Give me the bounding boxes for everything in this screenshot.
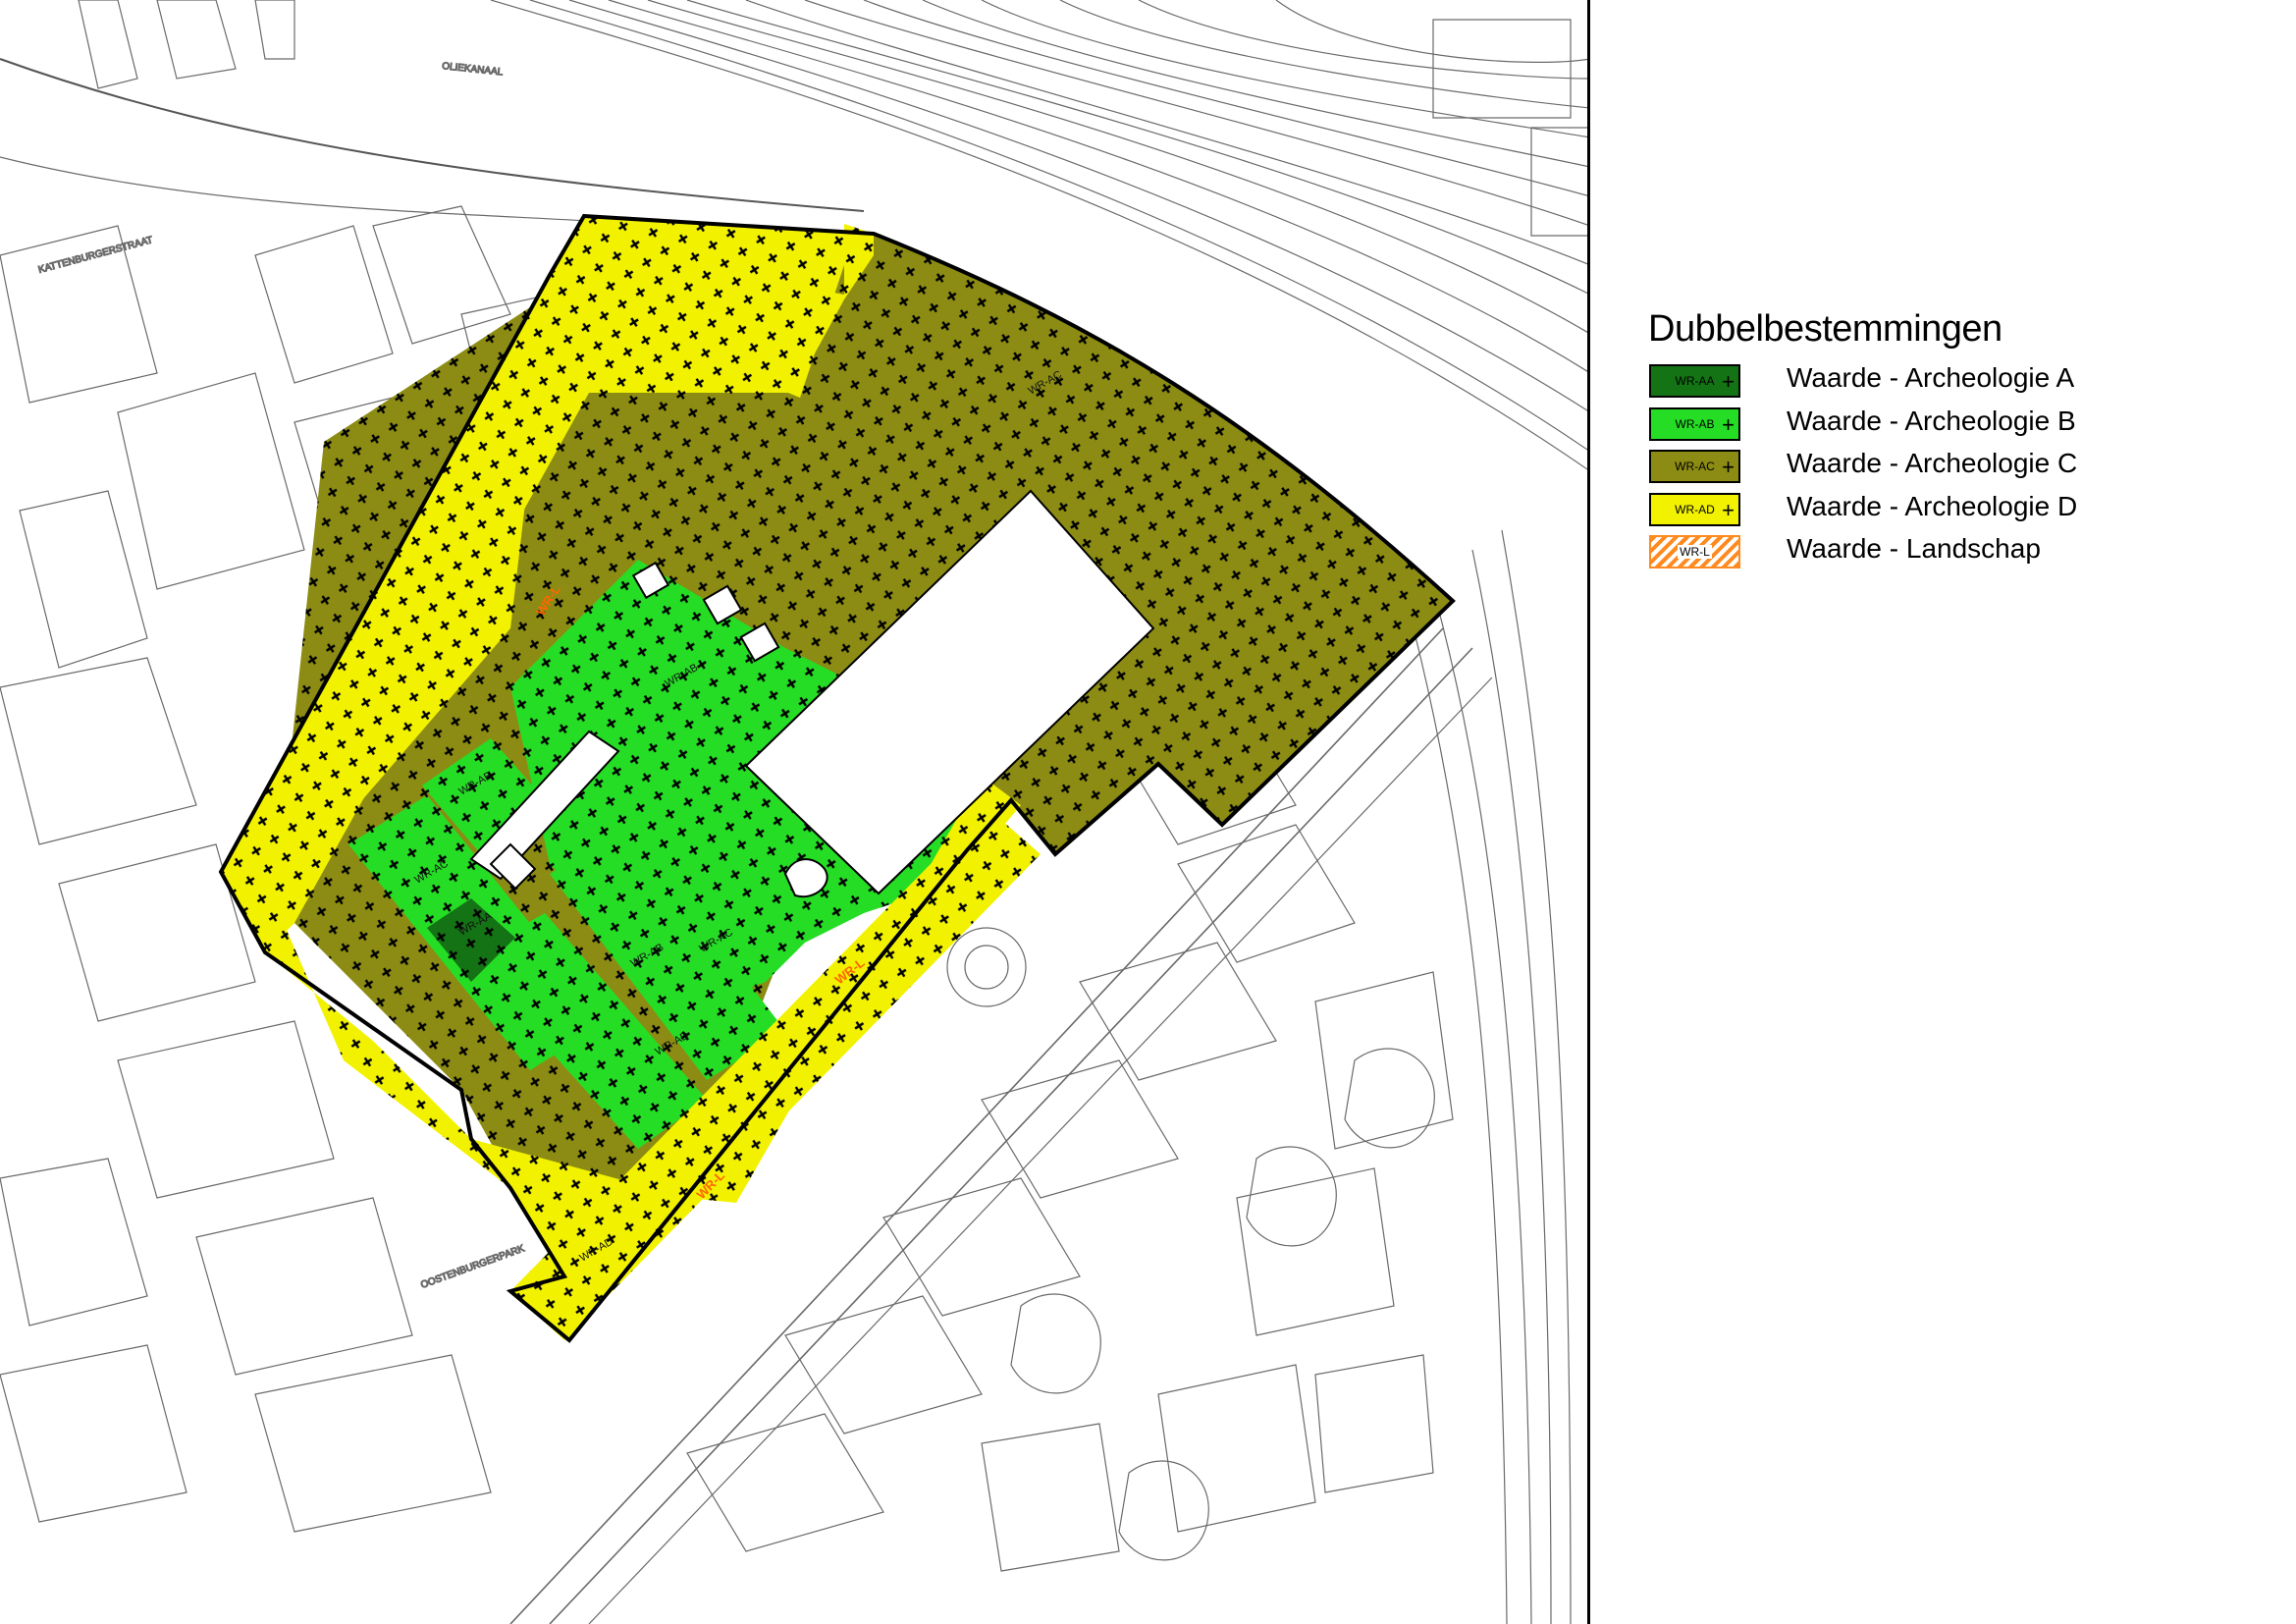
legend-swatch-ac: WR-AC + <box>1649 450 1740 483</box>
legend-label-aa: Waarde - Archeologie A <box>1787 362 2075 393</box>
waterway-edge <box>0 156 590 222</box>
legend-label-ad: Waarde - Archeologie D <box>1787 490 2078 521</box>
legend-code-landschap: WR-L <box>1678 545 1712 559</box>
svg-text:OOSTENBURGERPARK: OOSTENBURGERPARK <box>419 1243 526 1291</box>
legend-item-archeologie-c: WR-AC + Waarde - Archeologie C <box>1645 446 2254 489</box>
legend-code-ad: WR-AD <box>1675 502 1715 516</box>
cross-icon: + <box>1722 497 1735 522</box>
cross-icon: + <box>1722 455 1735 479</box>
map-canvas[interactable]: OLIEKANAAL KATTENBURGERSTRAAT OOSTENBURG… <box>0 0 1590 1624</box>
cross-icon: + <box>1722 411 1735 437</box>
legend-label-landschap: Waarde - Landschap <box>1787 533 2041 564</box>
waterway-edge <box>0 58 865 212</box>
legend-swatch-ad: WR-AD + <box>1649 492 1740 526</box>
legend-item-archeologie-d: WR-AD + Waarde - Archeologie D <box>1645 489 2254 532</box>
legend-code-ab: WR-AB <box>1675 416 1715 431</box>
cross-icon: + <box>1722 369 1735 394</box>
legend-code-ac: WR-AC <box>1675 460 1715 473</box>
legend-label-ab: Waarde - Archeologie B <box>1787 405 2076 436</box>
legend-code-aa: WR-AA <box>1675 374 1715 388</box>
svg-text:KATTENBURGERSTRAAT: KATTENBURGERSTRAAT <box>37 235 154 276</box>
legend-label-ac: Waarde - Archeologie C <box>1787 448 2078 478</box>
legend-title: Dubbelbestemmingen <box>1648 308 2002 350</box>
map-panel[interactable]: OLIEKANAAL KATTENBURGERSTRAAT OOSTENBURG… <box>0 0 1590 1624</box>
legend-item-landschap: WR-L Waarde - Landschap <box>1645 531 2254 574</box>
legend-item-archeologie-b: WR-AB + Waarde - Archeologie B <box>1645 404 2254 447</box>
legend-swatch-aa: WR-AA + <box>1649 364 1740 398</box>
legend-swatch-ab: WR-AB + <box>1649 406 1740 441</box>
legend-item-archeologie-a: WR-AA + Waarde - Archeologie A <box>1645 360 2254 404</box>
svg-text:OLIEKANAAL: OLIEKANAAL <box>442 61 504 78</box>
legend: Dubbelbestemmingen WR-AA + Waarde - Arch… <box>1645 308 2254 574</box>
legend-swatch-landschap: WR-L <box>1649 535 1740 568</box>
